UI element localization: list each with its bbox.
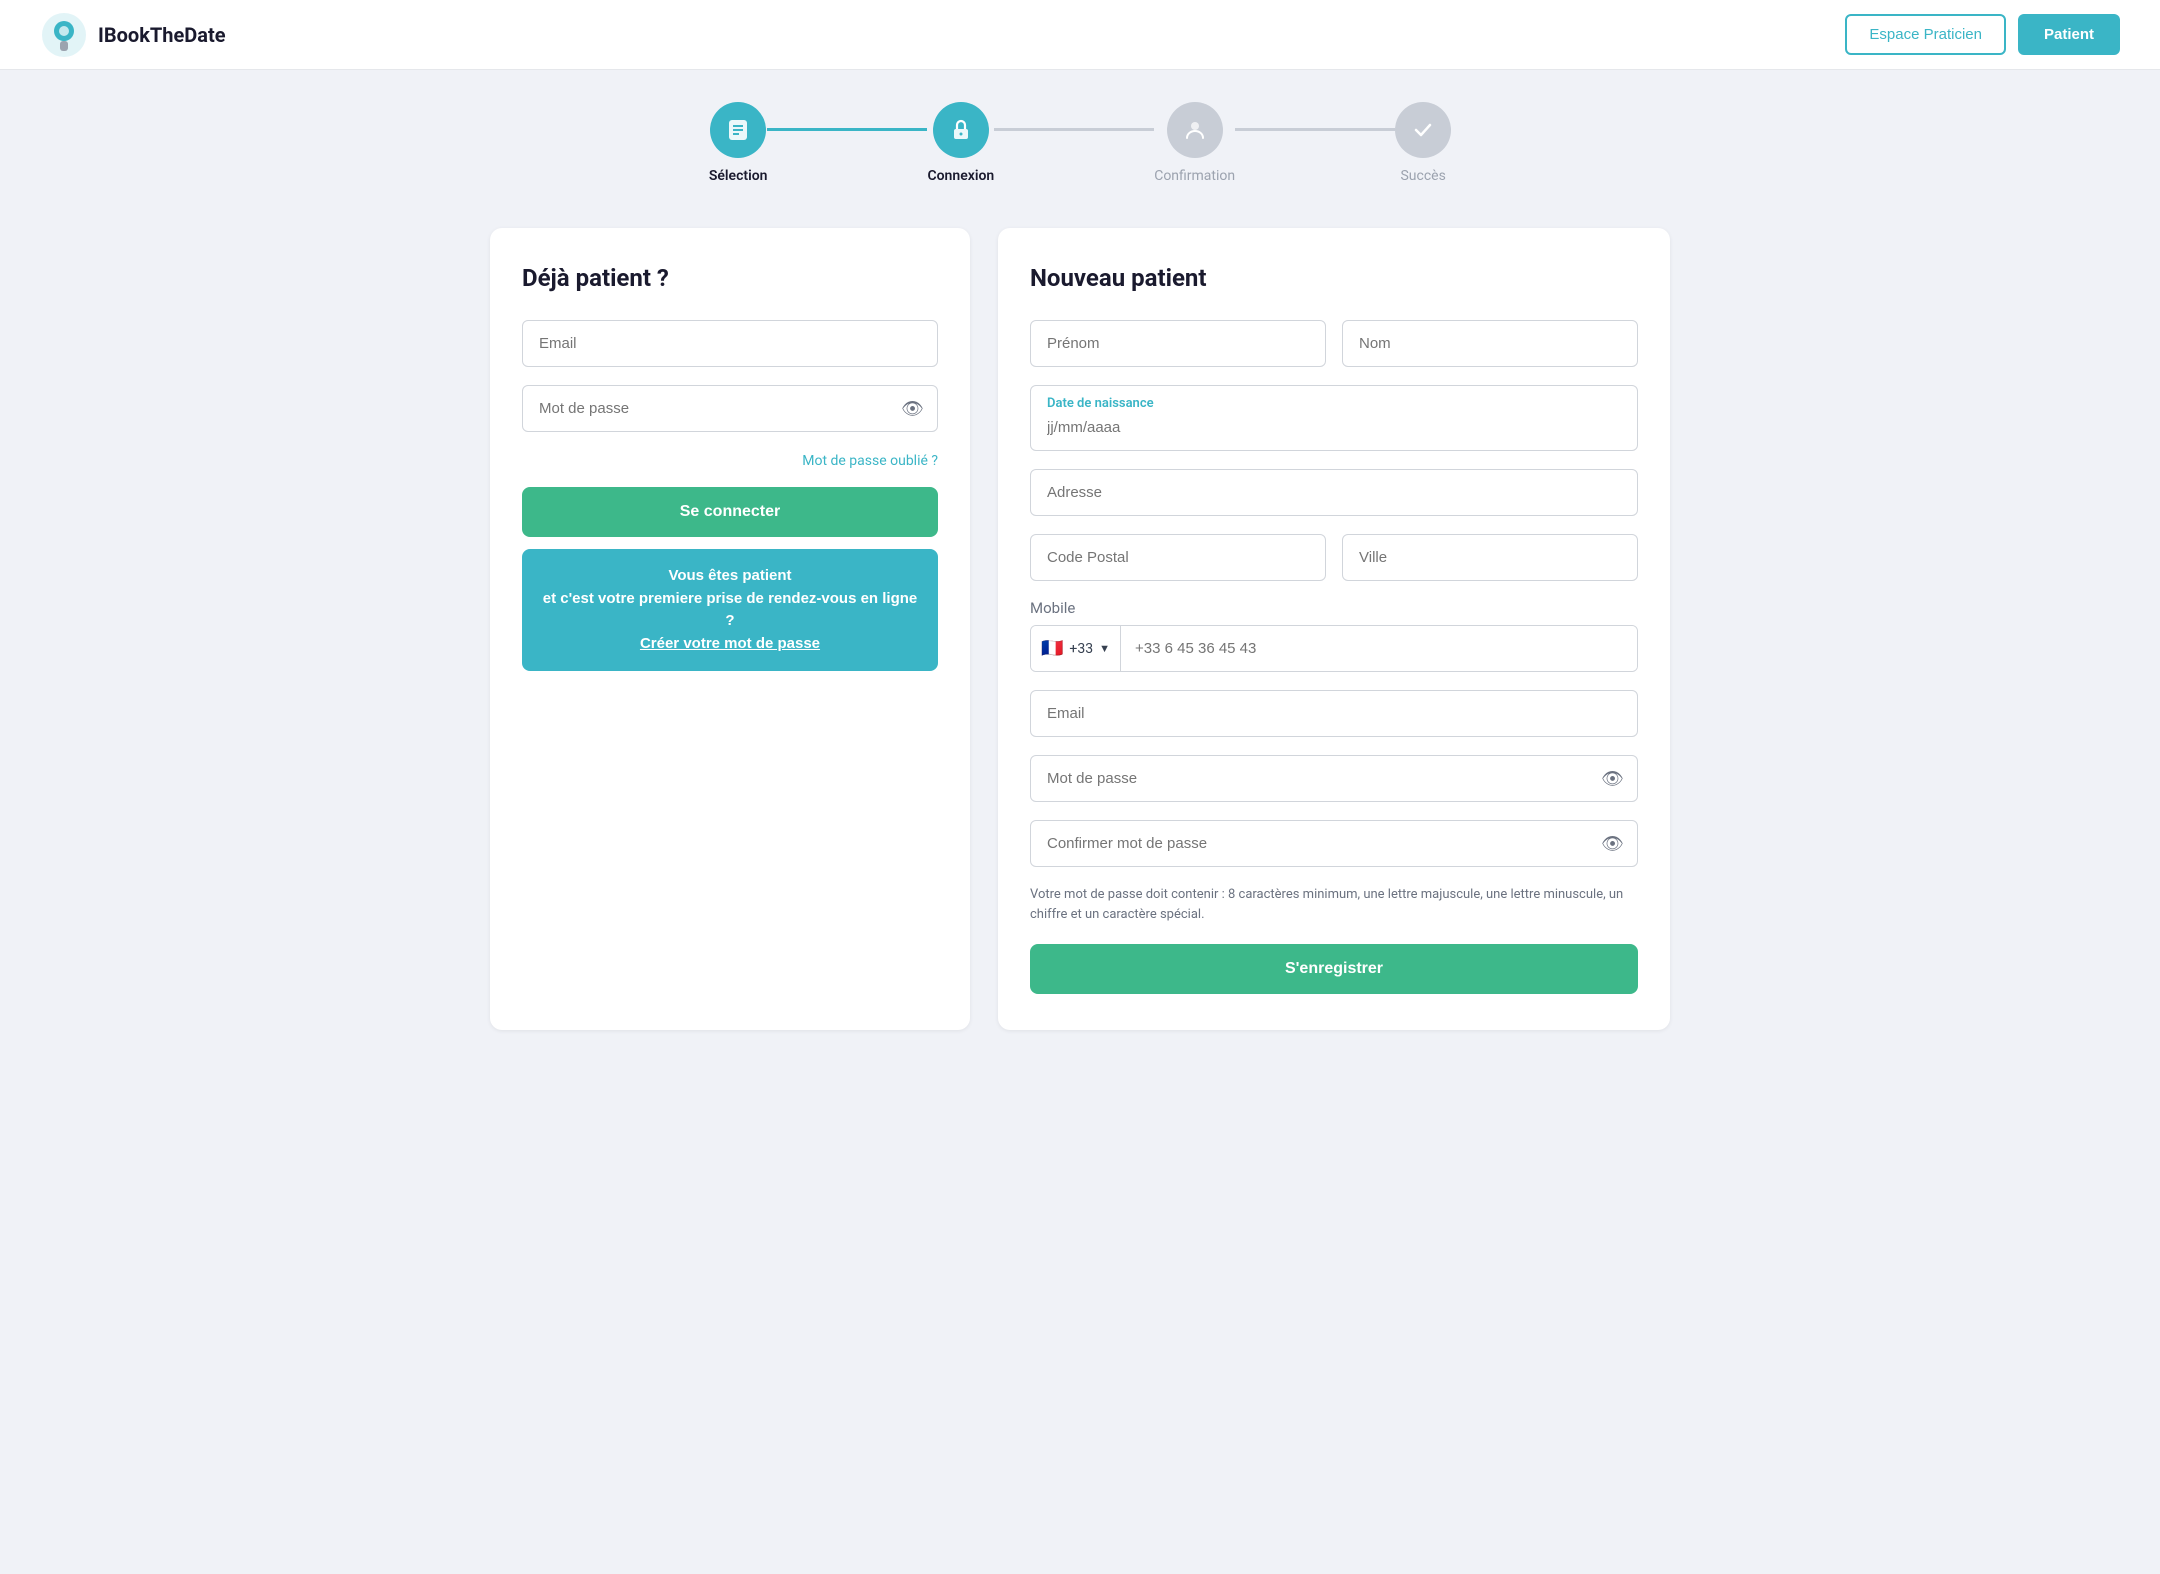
new-account-line2: et c'est votre premiere prise de rendez-… xyxy=(538,588,922,633)
step-selection: Sélection xyxy=(709,102,768,184)
stepper-container: Sélection Connexion Confirmation Succès xyxy=(0,70,2160,204)
patient-button[interactable]: Patient xyxy=(2018,14,2120,55)
mobile-label: Mobile xyxy=(1030,599,1638,617)
confirm-password-group: 👁 xyxy=(1030,820,1638,867)
password-input[interactable] xyxy=(522,385,938,432)
step-confirmation: Confirmation xyxy=(1154,102,1235,184)
date-naissance-input[interactable] xyxy=(1047,415,1621,440)
code-postal-group xyxy=(1030,534,1326,581)
ville-group xyxy=(1342,534,1638,581)
logo-text: IBookTheDate xyxy=(98,23,226,47)
step-circle-connexion xyxy=(933,102,989,158)
step-label-confirmation: Confirmation xyxy=(1154,168,1235,184)
step-connexion: Connexion xyxy=(927,102,994,184)
new-password-toggle-icon[interactable]: 👁 xyxy=(1601,768,1624,789)
step-label-selection: Sélection xyxy=(709,168,768,184)
phone-input[interactable] xyxy=(1121,626,1637,671)
step-line-2 xyxy=(994,128,1154,131)
dropdown-chevron: ▼ xyxy=(1099,642,1110,655)
new-patient-title: Nouveau patient xyxy=(1030,264,1638,292)
step-succes: Succès xyxy=(1395,102,1451,184)
create-password-button[interactable]: Vous êtes patient et c'est votre premier… xyxy=(522,549,938,671)
password-toggle-icon[interactable]: 👁 xyxy=(901,398,924,419)
login-button[interactable]: Se connecter xyxy=(522,487,938,537)
step-label-succes: Succès xyxy=(1400,168,1445,184)
confirm-password-input[interactable] xyxy=(1030,820,1638,867)
nom-group xyxy=(1342,320,1638,367)
nom-input[interactable] xyxy=(1342,320,1638,367)
logo-area: IBookTheDate xyxy=(40,11,226,59)
password-hint: Votre mot de passe doit contenir : 8 car… xyxy=(1030,885,1638,924)
existing-patient-title: Déjà patient ? xyxy=(522,264,938,292)
date-naissance-wrapper: Date de naissance xyxy=(1030,385,1638,451)
adresse-group xyxy=(1030,469,1638,516)
header-buttons: Espace Praticien Patient xyxy=(1845,14,2120,55)
mobile-row: 🇫🇷 +33 ▼ xyxy=(1030,625,1638,672)
logo-icon xyxy=(40,11,88,59)
step-circle-selection xyxy=(710,102,766,158)
ville-input[interactable] xyxy=(1342,534,1638,581)
step-line-1 xyxy=(767,128,927,131)
forgot-password-area: Mot de passe oublié ? xyxy=(522,450,938,469)
email-group xyxy=(522,320,938,367)
password-group: 👁 xyxy=(522,385,938,432)
prenom-group xyxy=(1030,320,1326,367)
postal-ville-row xyxy=(1030,534,1638,581)
stepper: Sélection Connexion Confirmation Succès xyxy=(709,102,1451,184)
new-email-group xyxy=(1030,690,1638,737)
step-circle-confirmation xyxy=(1167,102,1223,158)
phone-code: +33 xyxy=(1069,641,1093,657)
existing-patient-card: Déjà patient ? 👁 Mot de passe oublié ? S… xyxy=(490,228,970,1030)
forgot-password-link[interactable]: Mot de passe oublié ? xyxy=(802,453,938,469)
step-line-3 xyxy=(1235,128,1395,131)
praticien-button[interactable]: Espace Praticien xyxy=(1845,14,2006,55)
new-password-input[interactable] xyxy=(1030,755,1638,802)
email-input[interactable] xyxy=(522,320,938,367)
code-postal-input[interactable] xyxy=(1030,534,1326,581)
confirm-password-toggle-icon[interactable]: 👁 xyxy=(1601,833,1624,854)
adresse-input[interactable] xyxy=(1030,469,1638,516)
prenom-input[interactable] xyxy=(1030,320,1326,367)
new-account-line1: Vous êtes patient xyxy=(538,565,922,588)
main-content: Déjà patient ? 👁 Mot de passe oublié ? S… xyxy=(430,204,1730,1070)
register-button[interactable]: S'enregistrer xyxy=(1030,944,1638,994)
country-select[interactable]: 🇫🇷 +33 ▼ xyxy=(1031,626,1121,671)
name-row xyxy=(1030,320,1638,367)
new-patient-card: Nouveau patient Date de naissance xyxy=(998,228,1670,1030)
step-circle-succes xyxy=(1395,102,1451,158)
date-label: Date de naissance xyxy=(1047,396,1621,411)
mobile-group: Mobile 🇫🇷 +33 ▼ xyxy=(1030,599,1638,672)
step-label-connexion: Connexion xyxy=(927,168,994,184)
new-account-line3: Créer votre mot de passe xyxy=(538,633,922,656)
flag-icon: 🇫🇷 xyxy=(1041,638,1063,659)
page-header: IBookTheDate Espace Praticien Patient xyxy=(0,0,2160,70)
new-password-group: 👁 xyxy=(1030,755,1638,802)
new-email-input[interactable] xyxy=(1030,690,1638,737)
